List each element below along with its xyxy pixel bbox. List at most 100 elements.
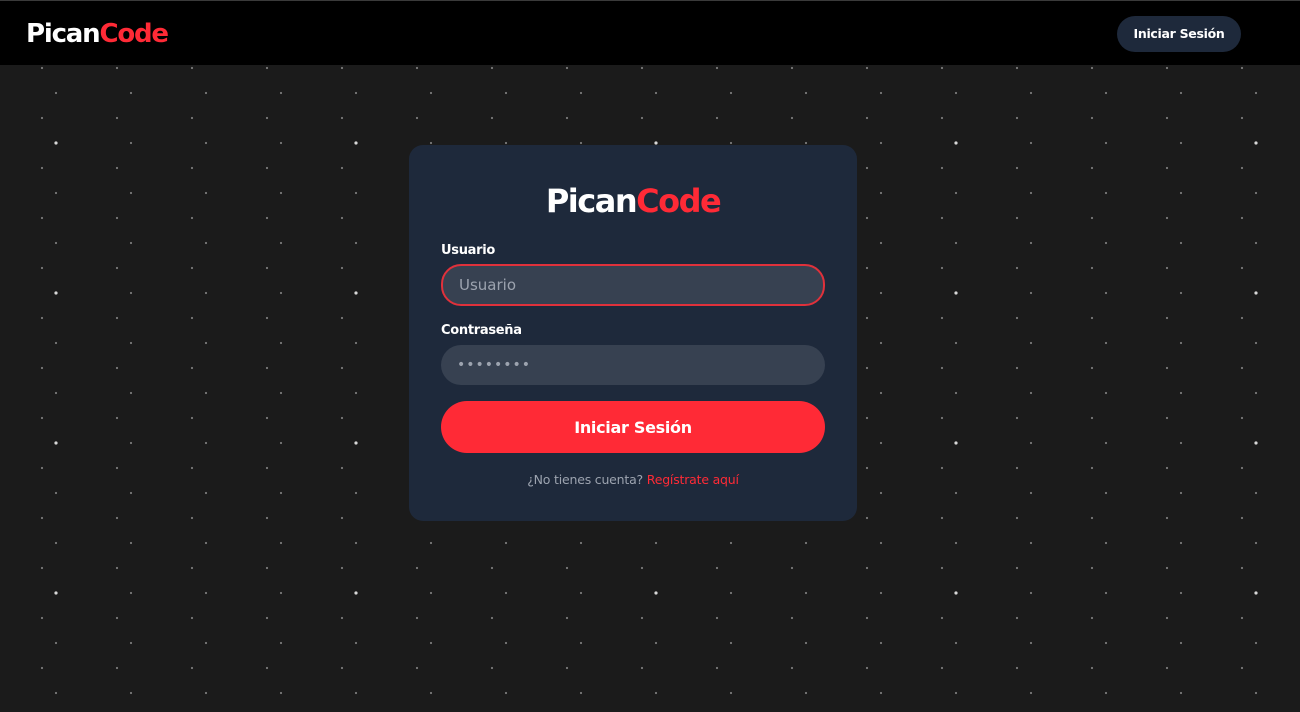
background-dot (129, 391, 133, 395)
register-link[interactable]: Regístrate aquí (647, 472, 739, 487)
background-dot (1240, 366, 1244, 370)
background-dot (804, 691, 808, 695)
background-dot (1165, 616, 1169, 620)
background-dot (354, 541, 358, 545)
username-input[interactable] (441, 264, 825, 306)
background-dot (1254, 341, 1258, 345)
password-input[interactable] (441, 345, 825, 385)
background-dot (190, 416, 194, 420)
background-dot (279, 541, 283, 545)
background-dot (865, 366, 869, 370)
background-dot (1104, 91, 1108, 95)
background-dot (204, 491, 208, 495)
background-dot (354, 691, 358, 695)
background-dot (340, 66, 344, 70)
background-dot (865, 66, 869, 70)
background-dot (354, 641, 358, 645)
background-dot (415, 666, 419, 670)
background-dot (1015, 216, 1019, 220)
background-dot (129, 141, 133, 145)
background-dot (565, 616, 569, 620)
background-dot (879, 141, 883, 145)
background-dot (129, 291, 133, 295)
background-dot (804, 641, 808, 645)
background-dot (879, 291, 883, 295)
background-dot (954, 691, 958, 695)
background-dot (40, 216, 44, 220)
background-dot (1179, 641, 1183, 645)
background-dot (190, 266, 194, 270)
background-dot (715, 66, 719, 70)
background-dot (429, 141, 433, 145)
background-dot (415, 616, 419, 620)
background-dot (490, 616, 494, 620)
background-dot (790, 616, 794, 620)
background-dot (1090, 116, 1094, 120)
background-dot (204, 541, 208, 545)
background-dot (54, 591, 58, 595)
background-dot (1240, 116, 1244, 120)
background-dot (340, 566, 344, 570)
background-dot (204, 341, 208, 345)
background-dot (340, 516, 344, 520)
background-dot (204, 241, 208, 245)
background-dot (1240, 616, 1244, 620)
background-dot (879, 391, 883, 395)
background-dot (1090, 416, 1094, 420)
background-dot (190, 166, 194, 170)
background-dot (1240, 566, 1244, 570)
background-dot (265, 216, 269, 220)
background-dot (279, 641, 283, 645)
background-dot (190, 566, 194, 570)
background-dot (54, 241, 58, 245)
background-dot (265, 116, 269, 120)
background-dot (115, 566, 119, 570)
background-dot (1165, 116, 1169, 120)
background-dot (954, 391, 958, 395)
login-submit-button[interactable]: Iniciar Sesión (441, 401, 825, 453)
background-dot (1090, 66, 1094, 70)
background-dot (729, 541, 733, 545)
background-dot (865, 216, 869, 220)
background-dot (1090, 616, 1094, 620)
background-dot (129, 441, 133, 445)
nav-login-button[interactable]: Iniciar Sesión (1117, 16, 1241, 52)
background-dot (265, 66, 269, 70)
background-dot (429, 641, 433, 645)
background-dot (954, 641, 958, 645)
background-dot (40, 266, 44, 270)
background-dot (115, 416, 119, 420)
background-dot (1090, 516, 1094, 520)
background-dot (1015, 466, 1019, 470)
brand-logo[interactable]: PicanCode (26, 18, 169, 50)
login-card: PicanCode Usuario Contraseña Iniciar Ses… (409, 145, 857, 521)
background-dot (715, 616, 719, 620)
background-dot (879, 591, 883, 595)
background-dot (429, 591, 433, 595)
background-dot (1240, 216, 1244, 220)
background-dot (1029, 291, 1033, 295)
background-dot (279, 441, 283, 445)
background-dot (204, 141, 208, 145)
background-dot (115, 616, 119, 620)
password-label: Contraseña (441, 323, 522, 338)
background-dot (565, 566, 569, 570)
background-dot (1015, 416, 1019, 420)
background-dot (1254, 541, 1258, 545)
background-dot (865, 116, 869, 120)
background-dot (790, 566, 794, 570)
background-dot (940, 316, 944, 320)
background-dot (879, 241, 883, 245)
background-dot (640, 66, 644, 70)
background-dot (54, 691, 58, 695)
background-dot (340, 266, 344, 270)
background-dot (279, 591, 283, 595)
background-dot (354, 141, 358, 145)
background-dot (354, 491, 358, 495)
background-dot (1104, 591, 1108, 595)
background-dot (729, 641, 733, 645)
background-dot (1179, 91, 1183, 95)
background-dot (954, 491, 958, 495)
background-dot (1240, 666, 1244, 670)
background-dot (40, 516, 44, 520)
